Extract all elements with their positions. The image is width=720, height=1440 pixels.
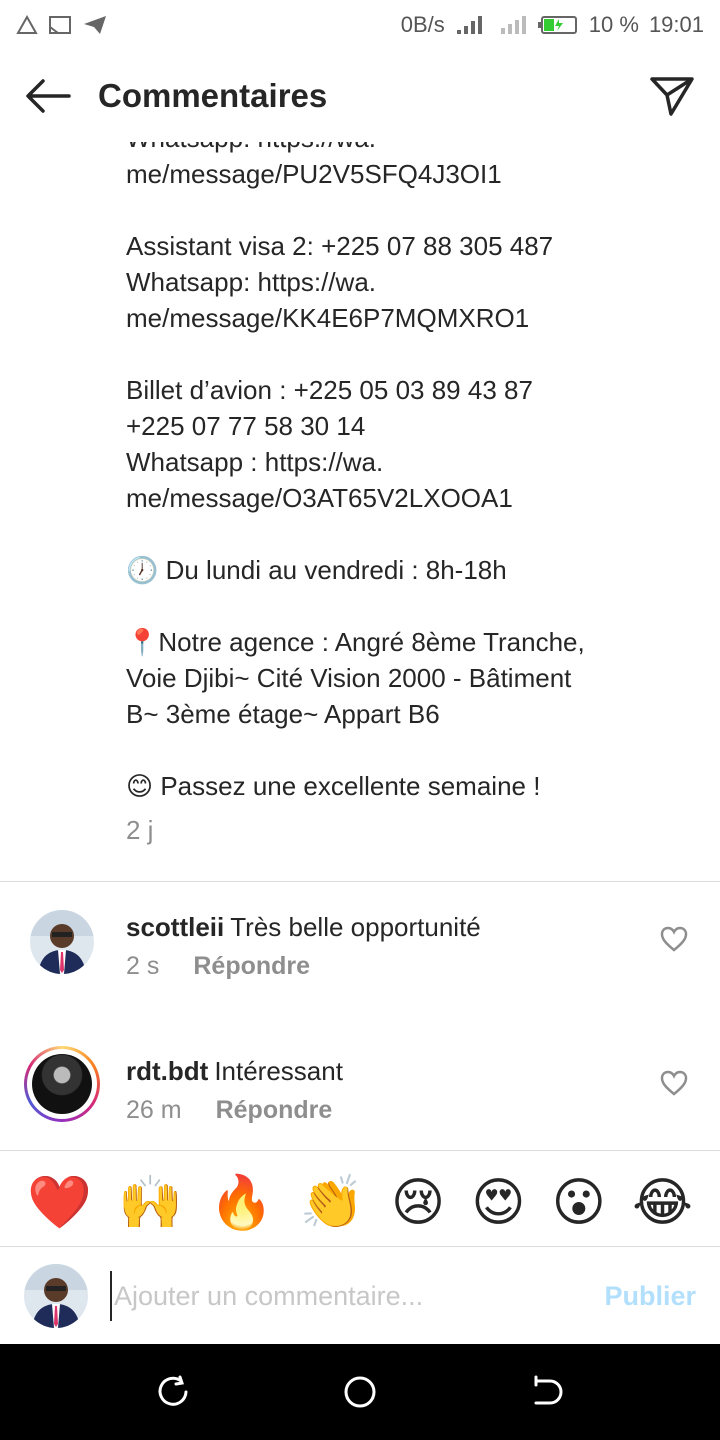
avatar xyxy=(32,1054,92,1114)
emoji-laughing[interactable]: 😂 xyxy=(632,1173,693,1233)
cast-icon xyxy=(48,15,72,35)
emoji-fire[interactable]: 🔥 xyxy=(209,1173,274,1233)
comment-time: 26 m xyxy=(126,1096,182,1124)
emoji-clap[interactable]: 👏 xyxy=(300,1173,365,1233)
emoji-raised-hands[interactable]: 🙌 xyxy=(118,1173,183,1233)
emoji-heart[interactable]: ❤️ xyxy=(27,1173,92,1233)
warning-icon xyxy=(16,15,38,35)
divider xyxy=(0,1150,720,1151)
caption-line: 📍Notre agence : Angré 8ème Tranche, xyxy=(126,627,585,657)
like-button[interactable] xyxy=(660,1070,690,1100)
emoji-heart-eyes[interactable]: 😍 xyxy=(471,1173,525,1233)
comment-body: Intéressant xyxy=(214,1056,343,1086)
comment-username[interactable]: scottleii xyxy=(126,912,224,942)
app-header: Commentaires xyxy=(0,50,720,142)
caption-line: Billet d’avion : +225 05 03 89 43 87 xyxy=(126,375,533,405)
caption-line: +225 07 77 58 30 14 xyxy=(126,411,366,441)
clock: 19:01 xyxy=(648,12,704,37)
recent-apps-button[interactable] xyxy=(143,1362,203,1422)
post-caption: Whatsapp: https://wa. me/message/PU2V5SF… xyxy=(126,126,686,848)
comment-username[interactable]: rdt.bdt xyxy=(126,1056,208,1086)
network-speed: 0B/s xyxy=(400,12,445,37)
heart-icon xyxy=(660,926,688,952)
battery-icon xyxy=(537,14,579,36)
back-button[interactable] xyxy=(24,72,72,120)
like-button[interactable] xyxy=(660,926,690,956)
avatar[interactable] xyxy=(30,910,94,974)
reply-button[interactable]: Répondre xyxy=(216,1096,333,1125)
emoji-reaction-row: ❤️ 🙌 🔥 👏 😢 😍 😮 😂 xyxy=(0,1160,720,1246)
emoji-surprised[interactable]: 😮 xyxy=(552,1173,606,1233)
comment-item: rdt.bdt Intéressant 26 m Répondre xyxy=(0,1046,720,1164)
status-right: 0B/s 10 % 19:01 xyxy=(401,12,704,38)
comment-item: scottleii Très belle opportunité 2 s Répo… xyxy=(0,910,720,1020)
caption-line: Assistant visa 2: +225 07 88 305 487 xyxy=(126,231,554,261)
comment-meta: 2 s Répondre xyxy=(126,952,310,981)
arrow-left-icon xyxy=(26,79,71,113)
battery-level: 10 % xyxy=(588,12,639,37)
caption-line: Voie Djibi~ Cité Vision 2000 - Bâtiment xyxy=(126,663,572,693)
comment-meta: 26 m Répondre xyxy=(126,1096,332,1125)
caption-line: Whatsapp: https://wa. xyxy=(126,267,377,297)
avatar xyxy=(24,1264,88,1328)
comment-composer: Publier xyxy=(0,1248,720,1344)
system-nav-bar xyxy=(0,1344,720,1440)
divider xyxy=(0,881,720,882)
reply-button[interactable]: Répondre xyxy=(193,952,310,981)
caption-time: 2 j xyxy=(126,815,154,845)
comment-text: scottleii Très belle opportunité xyxy=(126,910,481,944)
divider xyxy=(0,1246,720,1247)
status-bar: 0B/s 10 % 19:01 xyxy=(0,0,720,50)
back-icon xyxy=(534,1375,563,1405)
emoji-crying[interactable]: 😢 xyxy=(391,1173,445,1233)
recent-apps-icon xyxy=(158,1375,188,1406)
caption-line: 🕖 Du lundi au vendredi : 8h-18h xyxy=(126,555,507,585)
comment-input-wrapper xyxy=(110,1271,595,1321)
caption-line: me/message/KK4E6P7MQMXRO1 xyxy=(126,303,530,333)
wifi-icon xyxy=(497,14,527,36)
home-icon xyxy=(344,1376,376,1408)
send-icon xyxy=(650,77,694,116)
caption-line: 😊 Passez une excellente semaine ! xyxy=(126,771,541,801)
heart-icon xyxy=(660,1070,688,1096)
comment-input[interactable] xyxy=(114,1280,595,1312)
comment-body: Très belle opportunité xyxy=(230,912,481,942)
page-title: Commentaires xyxy=(98,77,328,114)
publish-button[interactable]: Publier xyxy=(604,1281,696,1312)
back-nav-button[interactable] xyxy=(517,1362,577,1422)
caption-line: B~ 3ème étage~ Appart B6 xyxy=(126,699,440,729)
home-button[interactable] xyxy=(330,1362,390,1422)
status-left xyxy=(16,14,108,36)
comment-text: rdt.bdt Intéressant xyxy=(126,1054,343,1088)
share-button[interactable] xyxy=(648,72,696,120)
caption-line: me/message/PU2V5SFQ4J3OI1 xyxy=(126,159,502,189)
comment-time: 2 s xyxy=(126,952,160,980)
caption-line: me/message/O3AT65V2LXOOA1 xyxy=(126,483,513,513)
caption-line: Whatsapp : https://wa. xyxy=(126,447,384,477)
story-ring-avatar[interactable] xyxy=(24,1046,100,1122)
telegram-icon xyxy=(82,14,108,36)
signal-icon xyxy=(455,14,487,36)
